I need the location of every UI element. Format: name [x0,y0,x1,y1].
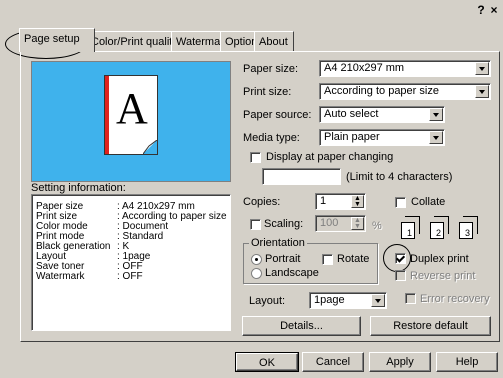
paper-size-label: Paper size: [243,63,299,75]
scaling-label: Scaling: [264,218,304,230]
collate-label: Collate [411,196,446,208]
layout-value: 1page [314,294,345,306]
info-row-value: : OFF [117,271,143,282]
preview-letter: A [116,84,148,133]
spin-arrows-icon[interactable]: ▲ ▼ [351,217,364,230]
spin-arrows-icon[interactable]: ▲ ▼ [351,195,364,208]
display-change-label: Display at paper changing [266,151,394,163]
reverse-checkbox[interactable] [395,270,406,281]
paper-source-select[interactable]: Auto select [319,106,445,123]
portrait-label: Portrait [265,253,301,265]
orientation-label: Orientation [249,237,307,249]
ok-button[interactable]: OK [235,352,299,372]
reverse-label: Reverse print [410,270,476,282]
chevron-down-icon[interactable] [371,294,385,307]
copies-stepper[interactable]: 1 ▲ ▼ [315,193,366,210]
title-bar [0,0,503,22]
media-type-label: Media type: [243,132,300,144]
duplex-label: Duplex print [410,253,469,265]
scaling-unit: % [372,220,382,232]
print-size-label: Print size: [243,86,292,98]
help-button[interactable]: Help [436,352,498,372]
cancel-button[interactable]: Cancel [302,352,364,372]
paper-change-text-field[interactable] [262,168,341,185]
error-recovery-label: Error recovery [420,293,490,305]
setting-info-rows: Paper size : A4 210x297 mm Print size : … [31,194,229,329]
help-icon[interactable]: ? [474,3,488,17]
copies-value: 1 [320,195,327,207]
tab-about[interactable]: About [254,31,294,52]
scaling-stepper[interactable]: 100 ▲ ▼ [315,215,366,232]
duplex-checkbox[interactable] [395,253,406,264]
page-stack-icon [405,216,420,234]
error-recovery-checkbox[interactable] [405,293,416,304]
chevron-down-icon[interactable] [475,85,489,98]
info-row-name: Watermark [36,271,85,282]
scaling-value: 100 [320,217,339,229]
collate-illustration: 1 2 3 [401,214,487,242]
restore-default-button[interactable]: Restore default [370,316,491,336]
display-change-checkbox[interactable] [250,152,261,163]
portrait-radio[interactable] [251,254,262,265]
layout-label: Layout: [249,295,286,307]
chevron-down-icon[interactable] [475,62,489,75]
binding-edge-marker [105,76,109,154]
page-stack-icon [434,216,449,234]
page-preview: A [31,61,231,182]
chevron-down-icon[interactable] [429,108,443,121]
print-size-value: According to paper size [324,85,439,97]
preview-sheet: A [104,75,158,155]
apply-button[interactable]: Apply [369,352,431,372]
media-type-select[interactable]: Plain paper [319,129,445,146]
limit-note: (Limit to 4 characters) [346,171,453,183]
tab-page-setup[interactable]: Page setup [19,28,95,52]
rotate-checkbox[interactable] [322,254,333,265]
rotate-label: Rotate [337,253,370,265]
scaling-checkbox[interactable] [250,219,261,230]
tab-color-print-quality[interactable]: Color/Print quality [86,31,180,52]
print-size-select[interactable]: According to paper size [319,83,491,100]
layout-select[interactable]: 1page [309,292,387,309]
collate-checkbox[interactable] [395,197,406,208]
page-stack-icon [463,216,478,234]
paper-size-value: A4 210x297 mm [324,62,405,74]
landscape-radio[interactable] [251,268,262,279]
page-fold-icon [143,140,157,154]
media-type-value: Plain paper [324,131,380,143]
paper-source-label: Paper source: [243,109,312,121]
landscape-label: Landscape [265,267,319,279]
close-icon[interactable]: × [487,3,501,17]
details-button[interactable]: Details... [242,316,361,336]
copies-label: Copies: [243,196,281,208]
paper-size-select[interactable]: A4 210x297 mm [319,60,491,77]
chevron-down-icon[interactable] [429,131,443,144]
paper-source-value: Auto select [324,108,379,120]
setting-info-label: Setting information: [31,182,126,194]
